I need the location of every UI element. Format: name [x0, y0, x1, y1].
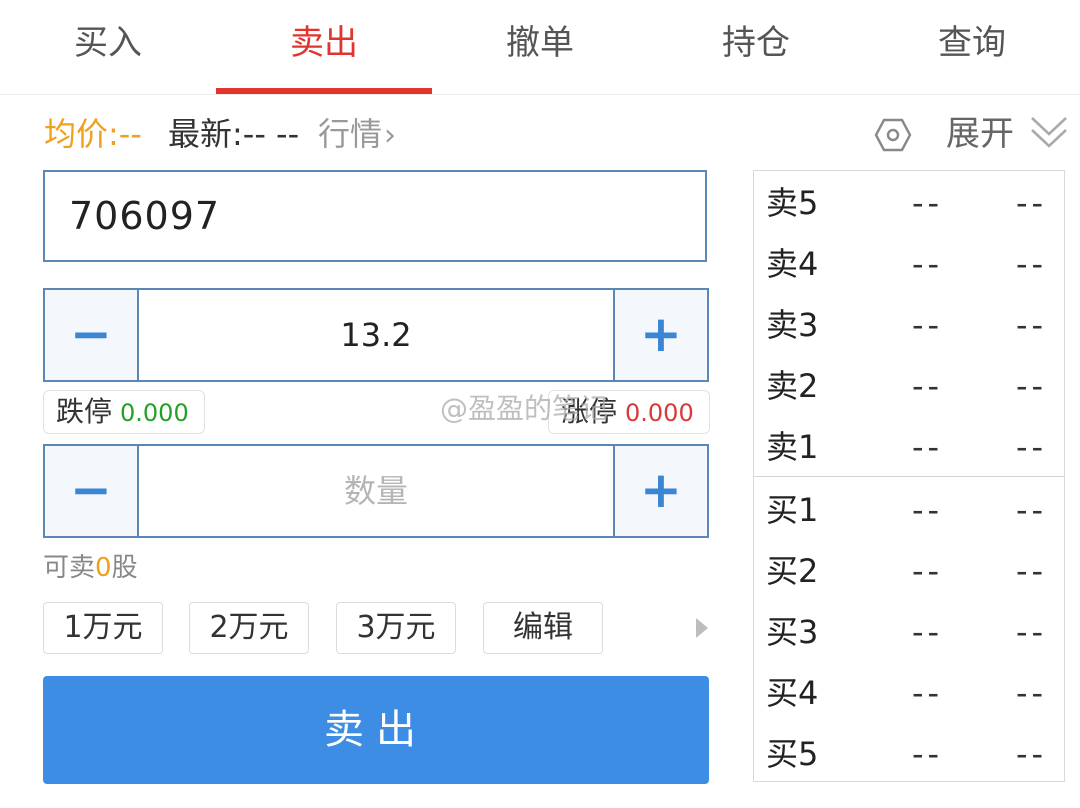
bid-volume: --: [1016, 491, 1048, 529]
sellable-shares: 可卖0股: [43, 550, 138, 586]
limit-up-value: 0.000: [625, 399, 694, 427]
limit-down-value: 0.000: [120, 399, 189, 427]
ask-price: --: [912, 184, 944, 222]
ask-level-label: 卖1: [766, 428, 819, 466]
price-plus-button[interactable]: +: [613, 290, 707, 380]
tab-buy[interactable]: 买入: [0, 0, 216, 94]
price-input[interactable]: 13.2: [139, 290, 613, 380]
quantity-stepper: − 数量 +: [43, 444, 709, 538]
bid-row: 买1 -- --: [754, 484, 1064, 536]
minus-icon: −: [70, 305, 112, 363]
ask-level-label: 卖4: [766, 245, 819, 283]
settings-hexagon-icon[interactable]: [874, 116, 912, 154]
sellable-prefix: 可卖: [43, 553, 96, 583]
sell-submit-button[interactable]: 卖出: [43, 676, 709, 784]
ask-price: --: [912, 367, 944, 405]
tab-bar: 买入 卖出 撤单 持仓 查询: [0, 0, 1080, 95]
ask-volume: --: [1016, 306, 1048, 344]
tab-sell[interactable]: 卖出: [216, 0, 432, 94]
ask-row: 卖5 -- --: [754, 177, 1064, 229]
active-tab-indicator: [216, 88, 432, 94]
price-stepper: − 13.2 +: [43, 288, 709, 382]
ask-price: --: [912, 428, 944, 466]
bid-level-label: 买4: [766, 674, 819, 712]
edit-quick-amounts-button[interactable]: 编辑: [483, 602, 603, 654]
minus-icon: −: [70, 461, 112, 519]
ask-row: 卖4 -- --: [754, 238, 1064, 290]
bid-volume: --: [1016, 613, 1048, 651]
ask-level-label: 卖3: [766, 306, 819, 344]
bid-row: 买2 -- --: [754, 545, 1064, 597]
ask-price: --: [912, 245, 944, 283]
quantity-plus-button[interactable]: +: [613, 446, 707, 536]
bid-volume: --: [1016, 735, 1048, 773]
limit-down-label: 跌停: [56, 395, 113, 428]
stock-code-input[interactable]: 706097: [43, 170, 707, 262]
average-price: 均价:--: [44, 115, 142, 153]
bid-price: --: [912, 552, 944, 590]
tab-cancel[interactable]: 撤单: [432, 0, 648, 94]
ask-volume: --: [1016, 428, 1048, 466]
sellable-suffix: 股: [111, 553, 138, 583]
quick-amount-10k-button[interactable]: 1万元: [43, 602, 163, 654]
tab-query[interactable]: 查询: [864, 0, 1080, 94]
bid-volume: --: [1016, 674, 1048, 712]
sellable-count: 0: [95, 553, 112, 583]
price-minus-button[interactable]: −: [45, 290, 139, 380]
bid-level-label: 买5: [766, 735, 819, 773]
tab-positions[interactable]: 持仓: [648, 0, 864, 94]
plus-icon: +: [640, 305, 682, 363]
ask-row: 卖3 -- --: [754, 299, 1064, 351]
ask-volume: --: [1016, 367, 1048, 405]
order-book: 卖5 -- -- 卖4 -- -- 卖3 -- -- 卖2 -- -- 卖1 -…: [753, 170, 1065, 782]
bid-price: --: [912, 735, 944, 773]
bid-price: --: [912, 613, 944, 651]
double-chevron-down-icon[interactable]: [1028, 110, 1070, 152]
chevron-right-icon: ›: [384, 118, 397, 153]
ask-row: 卖1 -- --: [754, 421, 1064, 473]
order-book-divider: [754, 476, 1064, 477]
ask-volume: --: [1016, 245, 1048, 283]
ask-level-label: 卖2: [766, 367, 819, 405]
ask-level-label: 卖5: [766, 184, 819, 222]
bid-row: 买5 -- --: [754, 728, 1064, 780]
quick-amount-20k-button[interactable]: 2万元: [189, 602, 309, 654]
quantity-minus-button[interactable]: −: [45, 446, 139, 536]
quantity-input[interactable]: 数量: [139, 446, 613, 536]
bid-row: 买4 -- --: [754, 667, 1064, 719]
plus-icon: +: [640, 461, 682, 519]
bid-level-label: 买2: [766, 552, 819, 590]
arrow-right-icon[interactable]: [696, 618, 708, 638]
bid-price: --: [912, 674, 944, 712]
bid-level-label: 买1: [766, 491, 819, 529]
limit-down-badge[interactable]: 跌停 0.000: [43, 390, 205, 434]
bid-row: 买3 -- --: [754, 606, 1064, 658]
bid-price: --: [912, 491, 944, 529]
bid-volume: --: [1016, 552, 1048, 590]
quick-amount-30k-button[interactable]: 3万元: [336, 602, 456, 654]
ask-row: 卖2 -- --: [754, 360, 1064, 412]
ask-volume: --: [1016, 184, 1048, 222]
market-link-label: 行情: [318, 115, 383, 153]
ask-price: --: [912, 306, 944, 344]
watermark: @盈盈的笔记: [440, 392, 609, 425]
bid-level-label: 买3: [766, 613, 819, 651]
latest-price: 最新:-- --: [168, 115, 300, 153]
market-link[interactable]: 行情›: [318, 112, 396, 156]
expand-button[interactable]: 展开: [946, 112, 1014, 156]
